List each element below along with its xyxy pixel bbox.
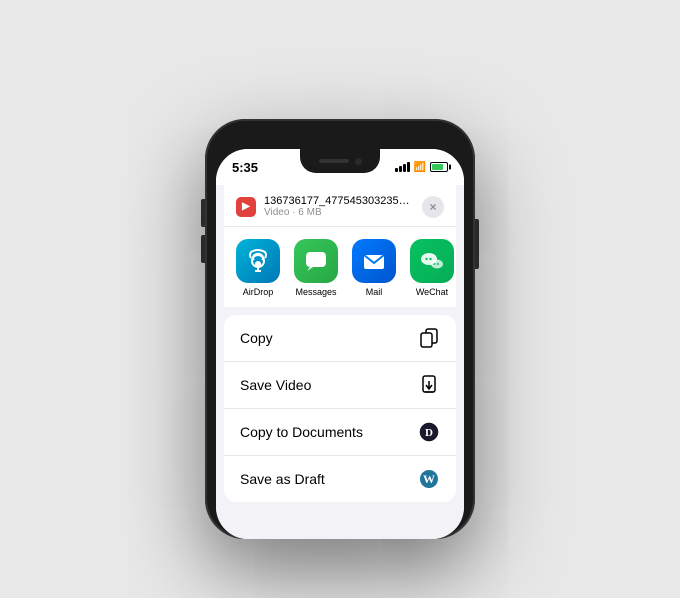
power-button[interactable]: [475, 219, 479, 269]
save-as-draft-label: Save as Draft: [240, 471, 325, 487]
airdrop-app[interactable]: AirDrop: [232, 239, 284, 297]
airdrop-label: AirDrop: [243, 287, 274, 297]
save-as-draft-icon: W: [418, 468, 440, 490]
save-video-icon: [418, 374, 440, 396]
share-sheet: ▶ 136736177_477545303235691_2122... Vide…: [216, 185, 464, 539]
share-header: ▶ 136736177_477545303235691_2122... Vide…: [224, 185, 456, 227]
mail-app[interactable]: Mail: [348, 239, 400, 297]
phone-screen: 5:35 📶 ▶ 13: [216, 149, 464, 539]
svg-text:W: W: [423, 472, 435, 486]
status-icons: 📶: [395, 162, 448, 173]
airdrop-icon: [236, 239, 280, 283]
status-time: 5:35: [232, 160, 258, 175]
svg-text:D: D: [425, 427, 433, 439]
notch-speaker: [319, 159, 349, 163]
mail-icon: [352, 239, 396, 283]
copy-to-documents-icon: D: [418, 421, 440, 443]
share-header-info: 136736177_477545303235691_2122... Video …: [264, 195, 414, 218]
save-video-action[interactable]: Save Video: [224, 362, 456, 409]
status-bar: 5:35 📶: [216, 149, 464, 185]
camera: [355, 158, 362, 165]
messages-icon: [294, 239, 338, 283]
wechat-app[interactable]: WeChat: [406, 239, 456, 297]
copy-label: Copy: [240, 330, 273, 346]
volume-down-button[interactable]: [201, 235, 205, 263]
share-file-name: 136736177_477545303235691_2122...: [264, 195, 414, 207]
screen-content: ▶ 136736177_477545303235691_2122... Vide…: [216, 185, 464, 539]
copy-to-documents-action[interactable]: Copy to Documents D: [224, 409, 456, 456]
copy-to-documents-label: Copy to Documents: [240, 424, 363, 440]
wechat-label: WeChat: [416, 287, 448, 297]
messages-app[interactable]: Messages: [290, 239, 342, 297]
share-file-icon: ▶: [236, 197, 256, 217]
signal-icon: [395, 162, 410, 172]
wechat-icon: [410, 239, 454, 283]
battery-icon: [430, 162, 448, 172]
copy-action[interactable]: Copy: [224, 315, 456, 362]
save-as-draft-action[interactable]: Save as Draft W: [224, 456, 456, 502]
mail-label: Mail: [366, 287, 383, 297]
volume-up-button[interactable]: [201, 199, 205, 227]
share-file-meta: Video · 6 MB: [264, 207, 414, 218]
messages-label: Messages: [295, 287, 336, 297]
battery-fill: [432, 164, 443, 170]
share-close-button[interactable]: ×: [422, 196, 444, 218]
copy-icon: [418, 327, 440, 349]
save-video-label: Save Video: [240, 377, 311, 393]
phone-outer: 5:35 📶 ▶ 13: [205, 119, 475, 539]
notch: [300, 149, 380, 173]
apps-row: AirDrop Messages: [224, 227, 456, 307]
action-list: Copy Save Video: [224, 315, 456, 502]
wifi-icon: 📶: [414, 162, 426, 173]
